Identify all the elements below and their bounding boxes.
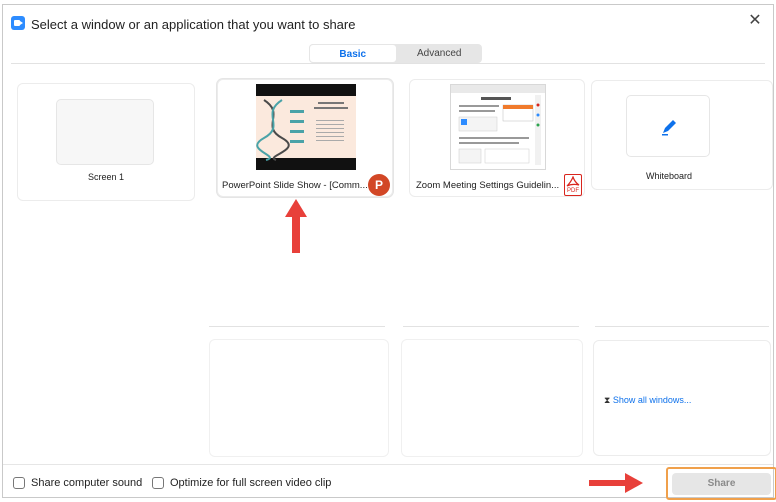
- annotation-arrow-up: [285, 199, 307, 253]
- powerpoint-icon: P: [368, 174, 390, 196]
- empty-tile: [401, 339, 583, 457]
- title-bar: Select a window or an application that y…: [3, 5, 773, 37]
- zoom-app-icon: [11, 16, 25, 30]
- dialog-title: Select a window or an application that y…: [31, 17, 356, 32]
- share-button[interactable]: Share: [672, 473, 771, 495]
- checkbox-box[interactable]: [152, 477, 164, 489]
- show-all-windows-link[interactable]: ⧗ Show all windows...: [604, 395, 691, 406]
- pdf-icon: PDF: [564, 174, 582, 196]
- checkbox-box[interactable]: [13, 477, 25, 489]
- pdf-thumbnail: [450, 84, 546, 170]
- tabs-divider: [11, 63, 765, 64]
- show-all-windows-tile[interactable]: ⧗ Show all windows...: [593, 340, 771, 456]
- share-screen-dialog: Select a window or an application that y…: [2, 4, 776, 500]
- share-item-label: Whiteboard: [645, 171, 693, 181]
- share-computer-sound-checkbox[interactable]: Share computer sound: [13, 477, 142, 489]
- annotation-arrow-right: [589, 473, 643, 493]
- close-button[interactable]: ✕: [745, 11, 765, 31]
- grid-divider: [209, 326, 385, 327]
- tab-basic[interactable]: Basic: [309, 44, 397, 63]
- whiteboard-thumbnail: [626, 95, 710, 157]
- share-item-label: Zoom Meeting Settings Guidelin...: [416, 180, 560, 191]
- share-item-screen-1[interactable]: Screen 1: [17, 83, 195, 201]
- share-item-whiteboard[interactable]: Whiteboard: [591, 80, 773, 190]
- checkbox-label: Share computer sound: [31, 477, 143, 489]
- hourglass-icon: ⧗: [604, 395, 611, 405]
- empty-tile: [209, 339, 389, 457]
- optimize-video-checkbox[interactable]: Optimize for full screen video clip: [152, 477, 331, 489]
- share-item-pdf[interactable]: Zoom Meeting Settings Guidelin... PDF: [409, 79, 585, 197]
- powerpoint-thumbnail: [256, 84, 356, 170]
- tab-bar: Basic Advanced: [309, 44, 482, 63]
- share-item-label: PowerPoint Slide Show - [Comm...: [222, 180, 368, 191]
- grid-divider: [403, 326, 579, 327]
- tab-advanced[interactable]: Advanced: [397, 44, 483, 63]
- share-item-label: Screen 1: [87, 172, 125, 182]
- grid-divider: [595, 326, 769, 327]
- pen-icon: [662, 120, 676, 136]
- checkbox-label: Optimize for full screen video clip: [170, 477, 332, 489]
- footer-divider: [3, 464, 773, 465]
- share-item-powerpoint[interactable]: PowerPoint Slide Show - [Comm... P: [217, 79, 393, 197]
- dna-slide-image: [256, 99, 348, 161]
- screen-thumbnail: [56, 99, 154, 165]
